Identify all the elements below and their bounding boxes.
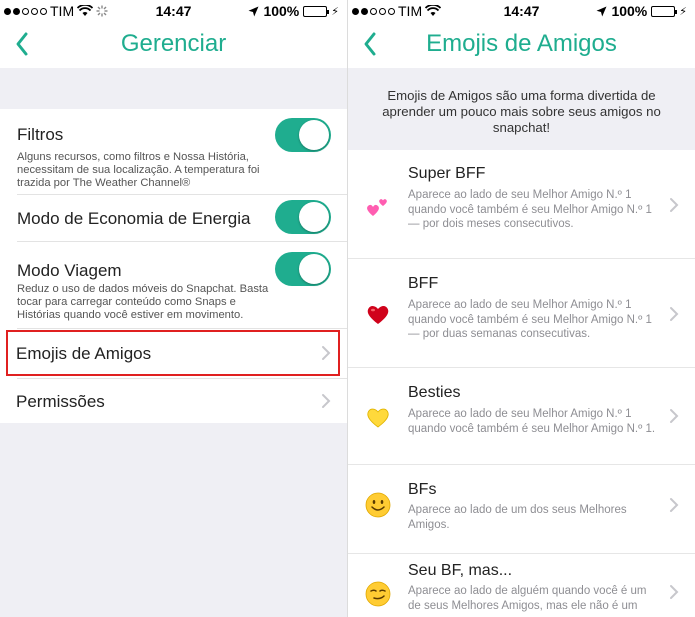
chevron-right-icon <box>669 408 679 424</box>
row-permissions[interactable]: Permissões <box>0 379 347 423</box>
section-spacer <box>0 68 347 109</box>
setting-title: Filtros <box>17 125 64 144</box>
yellow-heart-icon <box>365 404 391 430</box>
status-bar: TIM 14:47 100% ⚡ <box>0 0 347 22</box>
item-description: Aparece ao lado de alguém quando você é … <box>408 585 647 612</box>
emoji-item-bff[interactable]: BFF Aparece ao lado de seu Melhor Amigo … <box>348 259 695 367</box>
charging-bolt-icon: ⚡ <box>331 5 339 18</box>
smirking-face-icon <box>365 581 391 607</box>
item-title: Besties <box>408 384 461 401</box>
row-label: Permissões <box>16 392 105 411</box>
item-description: Aparece ao lado de um dos seus Melhores … <box>408 504 627 531</box>
chevron-right-icon <box>669 497 679 513</box>
smiling-face-icon <box>365 492 391 518</box>
battery-icon <box>651 5 678 17</box>
emoji-item-bfs[interactable]: BFs Aparece ao lado de um dos seus Melho… <box>348 465 695 553</box>
manage-screen: TIM 14:47 100% ⚡ Gerenciar Filtros Algun… <box>0 0 347 617</box>
emoji-item-super-bff[interactable]: Super BFF Aparece ao lado de seu Melhor … <box>348 150 695 258</box>
navigation-bar: Emojis de Amigos <box>348 22 695 68</box>
navigation-bar: Gerenciar <box>0 22 347 68</box>
emoji-item-your-bf-but[interactable]: Seu BF, mas... Aparece ao lado de alguém… <box>348 554 695 617</box>
item-description: Aparece ao lado de seu Melhor Amigo N.º … <box>408 299 652 340</box>
charging-bolt-icon: ⚡ <box>679 5 687 18</box>
item-title: BFF <box>408 275 439 292</box>
setting-power-saving: Modo de Economia de Energia <box>0 194 347 241</box>
item-description: Aparece ao lado de seu Melhor Amigo N.º … <box>408 189 652 230</box>
empty-area <box>0 423 347 617</box>
two-hearts-icon <box>365 194 391 220</box>
chevron-right-icon <box>669 584 679 600</box>
battery-percent: 100% <box>263 3 300 19</box>
setting-travel-mode: Modo Viagem Reduz o uso de dados móveis … <box>0 242 347 328</box>
battery-percent: 100% <box>611 3 648 19</box>
location-arrow-icon <box>248 6 259 16</box>
emoji-item-besties[interactable]: Besties Aparece ao lado de seu Melhor Am… <box>348 368 695 464</box>
filters-toggle[interactable] <box>275 118 331 152</box>
setting-description: Alguns recursos, como filtros e Nossa Hi… <box>17 151 260 189</box>
travel-mode-toggle[interactable] <box>275 252 331 286</box>
chevron-right-icon <box>669 306 679 322</box>
setting-filters: Filtros Alguns recursos, como filtros e … <box>0 109 347 194</box>
item-title: BFs <box>408 481 437 498</box>
intro-banner: Emojis de Amigos são uma forma divertida… <box>348 68 695 150</box>
page-title: Emojis de Amigos <box>426 30 617 57</box>
item-title: Super BFF <box>408 165 486 182</box>
power-saving-toggle[interactable] <box>275 200 331 234</box>
setting-title: Modo de Economia de Energia <box>17 209 251 228</box>
item-title: Seu BF, mas... <box>408 562 513 579</box>
red-heart-icon <box>365 301 391 327</box>
setting-title: Modo Viagem <box>17 261 122 280</box>
chevron-right-icon <box>669 197 679 213</box>
location-arrow-icon <box>596 6 607 16</box>
intro-text: Emojis de Amigos são uma forma divertida… <box>382 88 661 135</box>
friend-emojis-screen: TIM 14:47 100% ⚡ Emojis de Amigos Emojis… <box>348 0 695 617</box>
chevron-right-icon <box>321 393 331 409</box>
page-title: Gerenciar <box>120 30 227 57</box>
setting-description: Reduz o uso de dados móveis do Snapchat.… <box>17 283 269 321</box>
battery-icon <box>303 5 330 17</box>
status-bar: TIM 14:47 100% ⚡ <box>348 0 695 22</box>
item-description: Aparece ao lado de seu Melhor Amigo N.º … <box>408 408 656 435</box>
highlight-box <box>6 330 340 376</box>
